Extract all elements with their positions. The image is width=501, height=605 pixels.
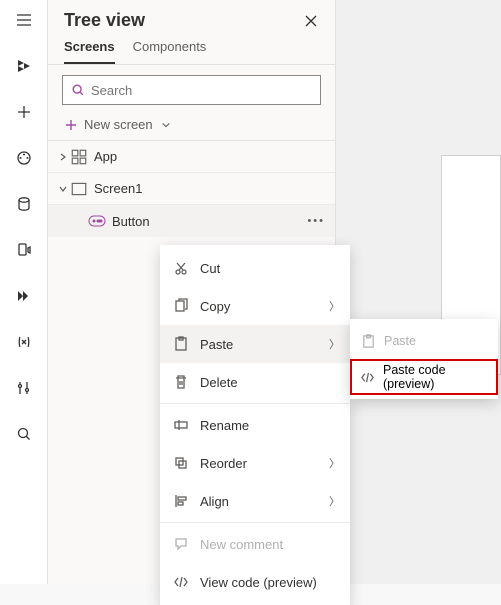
search-input[interactable] — [91, 83, 312, 98]
tree-label: Button — [112, 214, 150, 229]
chevron-right-icon: 〉 — [329, 298, 340, 314]
hamburger-icon[interactable] — [8, 8, 40, 32]
menu-label: New comment — [200, 537, 283, 552]
menu-separator — [160, 403, 350, 404]
settings-sliders-icon[interactable] — [8, 376, 40, 400]
theme-icon[interactable] — [8, 146, 40, 170]
menu-copy[interactable]: Copy 〉 — [160, 287, 350, 325]
tree-view-icon[interactable] — [8, 54, 40, 78]
code-icon — [360, 369, 375, 385]
submenu-paste: Paste — [350, 323, 498, 359]
menu-label: Copy — [200, 299, 230, 314]
screen-icon — [70, 180, 88, 198]
menu-align[interactable]: Align 〉 — [160, 482, 350, 520]
code-icon — [172, 573, 190, 591]
chevron-right-icon: 〉 — [329, 336, 340, 352]
close-icon[interactable] — [301, 11, 321, 31]
media-icon[interactable] — [8, 238, 40, 262]
chevron-right-icon: 〉 — [329, 493, 340, 509]
menu-label: Rename — [200, 418, 249, 433]
menu-label: Reorder — [200, 456, 247, 471]
comment-icon — [172, 535, 190, 553]
copy-icon — [172, 297, 190, 315]
chevron-right-icon: 〉 — [329, 455, 340, 471]
insert-icon[interactable] — [8, 100, 40, 124]
panel-title: Tree view — [64, 10, 145, 31]
paste-icon — [172, 335, 190, 353]
left-rail — [0, 0, 48, 584]
submenu-label: Paste code (preview) — [383, 363, 488, 391]
variables-icon[interactable] — [8, 330, 40, 354]
data-icon[interactable] — [8, 192, 40, 216]
align-icon — [172, 492, 190, 510]
tree-item-app[interactable]: App — [48, 141, 335, 173]
menu-cut[interactable]: Cut — [160, 249, 350, 287]
canvas-area[interactable] — [336, 0, 501, 584]
menu-view-code[interactable]: View code (preview) — [160, 563, 350, 601]
search-rail-icon[interactable] — [8, 422, 40, 446]
submenu-paste-code[interactable]: Paste code (preview) — [350, 359, 498, 395]
tree-item-button[interactable]: Button ••• — [48, 205, 335, 237]
context-menu: Cut Copy 〉 Paste 〉 Delete Rename Reorder… — [160, 245, 350, 605]
cut-icon — [172, 259, 190, 277]
menu-separator — [160, 522, 350, 523]
delete-icon — [172, 373, 190, 391]
tree-item-screen1[interactable]: Screen1 — [48, 173, 335, 205]
search-box[interactable] — [62, 75, 321, 105]
menu-label: Paste — [200, 337, 233, 352]
search-icon — [71, 83, 85, 97]
menu-label: Delete — [200, 375, 238, 390]
menu-label: View code (preview) — [200, 575, 317, 590]
rename-icon — [172, 416, 190, 434]
new-screen-button[interactable]: New screen — [48, 109, 335, 140]
tree-label: Screen1 — [94, 181, 142, 196]
button-control-icon — [88, 212, 106, 230]
menu-rename[interactable]: Rename — [160, 406, 350, 444]
menu-label: Cut — [200, 261, 220, 276]
menu-label: Align — [200, 494, 229, 509]
more-icon[interactable]: ••• — [307, 215, 325, 227]
menu-delete[interactable]: Delete — [160, 363, 350, 401]
app-icon — [70, 148, 88, 166]
menu-new-comment: New comment — [160, 525, 350, 563]
menu-reorder[interactable]: Reorder 〉 — [160, 444, 350, 482]
tab-screens[interactable]: Screens — [64, 39, 115, 64]
tree-label: App — [94, 149, 117, 164]
submenu-label: Paste — [384, 334, 416, 348]
tab-components[interactable]: Components — [133, 39, 207, 64]
new-screen-label: New screen — [84, 117, 153, 132]
menu-paste[interactable]: Paste 〉 — [160, 325, 350, 363]
paste-icon — [360, 333, 376, 349]
paste-submenu: Paste Paste code (preview) — [350, 319, 498, 399]
power-automate-icon[interactable] — [8, 284, 40, 308]
reorder-icon — [172, 454, 190, 472]
